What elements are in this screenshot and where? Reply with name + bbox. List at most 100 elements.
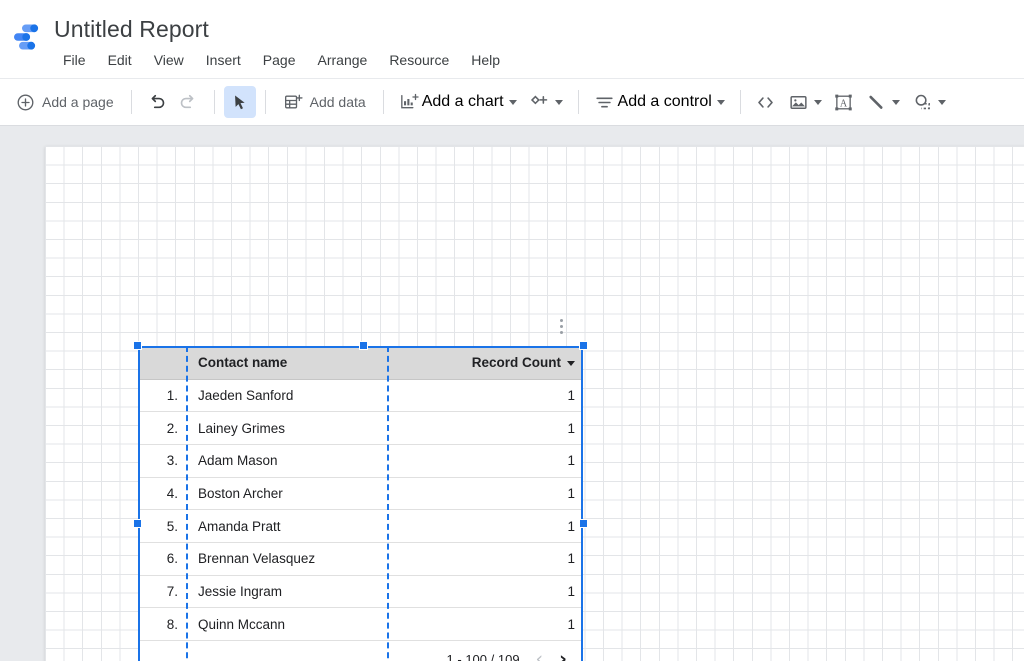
cursor-arrow-icon xyxy=(235,95,245,109)
chevron-down-icon xyxy=(891,99,900,105)
table-row[interactable]: 4. Boston Archer 1 xyxy=(138,477,583,511)
chevron-down-icon xyxy=(716,99,725,105)
resize-handle-middle-left[interactable] xyxy=(133,519,142,528)
row-index: 2. xyxy=(138,411,188,445)
menu-item-insert[interactable]: Insert xyxy=(195,46,252,74)
add-data-button[interactable]: Add data xyxy=(275,86,374,118)
pagination-controls: 1 - 100 / 109 ‹ › xyxy=(198,641,573,661)
insert-image-button[interactable] xyxy=(782,86,828,118)
menu-item-view[interactable]: View xyxy=(143,46,195,74)
redo-button[interactable] xyxy=(173,86,205,118)
more-vert-icon-dot-2 xyxy=(559,324,563,328)
table-pagination-row: 1 - 100 / 109 ‹ › xyxy=(138,641,583,661)
table-body: 1. Jaeden Sanford 1 2. Lainey Grimes 1 3… xyxy=(138,379,583,661)
cell-record-count: 1 xyxy=(385,444,583,478)
resize-handle-top-center[interactable] xyxy=(359,341,368,350)
column-header-contact-name[interactable]: Contact name xyxy=(188,346,386,380)
table-row[interactable]: 7. Jessie Ingram 1 xyxy=(138,575,583,609)
chevron-down-icon xyxy=(813,99,822,105)
insert-shape-button[interactable] xyxy=(906,86,952,118)
chevron-down-icon xyxy=(554,99,563,105)
cell-contact-name: Brennan Velasquez xyxy=(188,542,386,576)
table-chart[interactable]: Contact name Record Count 1. Jaeden Sanf… xyxy=(138,346,583,661)
page-title[interactable]: Untitled Report xyxy=(52,14,511,44)
diamond-plus-icon xyxy=(530,95,547,104)
toolbar-divider-2 xyxy=(213,90,215,114)
community-viz-button[interactable] xyxy=(523,86,569,118)
table-header-row: Contact name Record Count xyxy=(138,346,583,380)
add-chart-label: Add a chart xyxy=(421,93,504,110)
filter-control-icon xyxy=(595,97,613,107)
table-head: Contact name Record Count xyxy=(138,346,583,380)
title-block: Untitled Report File Edit View Insert Pa… xyxy=(52,12,511,74)
table-widget[interactable]: Contact name Record Count 1. Jaeden Sanf… xyxy=(133,318,588,661)
menu-item-edit[interactable]: Edit xyxy=(97,46,143,74)
text-box-icon: A xyxy=(835,94,853,110)
cell-record-count: 1 xyxy=(385,477,583,511)
add-page-button[interactable]: Add a page xyxy=(8,86,122,118)
toolbar-divider-1 xyxy=(130,90,132,114)
pagination-spacer xyxy=(138,641,188,661)
column-header-record-count[interactable]: Record Count xyxy=(385,346,583,380)
line-icon xyxy=(869,95,883,109)
redo-icon xyxy=(180,94,194,108)
table-row[interactable]: 1. Jaeden Sanford 1 xyxy=(138,379,583,413)
more-vert-icon-dot-1 xyxy=(559,318,563,322)
toolbar: Add a page Add data Add a chart Add a co… xyxy=(0,78,1024,126)
table-row[interactable]: 6. Brennan Velasquez 1 xyxy=(138,542,583,576)
report-canvas[interactable]: Contact name Record Count 1. Jaeden Sanf… xyxy=(45,146,1024,661)
row-index: 6. xyxy=(138,542,188,576)
cell-contact-name: Jaeden Sanford xyxy=(188,379,386,413)
resize-handle-top-left[interactable] xyxy=(133,341,142,350)
sort-desc-icon xyxy=(567,360,575,366)
resize-handle-top-right[interactable] xyxy=(579,341,588,350)
menu-item-file[interactable]: File xyxy=(52,46,97,74)
app-header: Untitled Report File Edit View Insert Pa… xyxy=(0,0,1024,78)
menu-item-arrange[interactable]: Arrange xyxy=(307,46,379,74)
pagination-cell: 1 - 100 / 109 ‹ › xyxy=(188,641,583,661)
toolbar-divider-4 xyxy=(382,90,384,114)
undo-button[interactable] xyxy=(141,86,173,118)
row-index: 8. xyxy=(138,607,188,641)
cell-record-count: 1 xyxy=(385,607,583,641)
resize-handle-middle-right[interactable] xyxy=(579,519,588,528)
menu-item-page[interactable]: Page xyxy=(252,46,307,74)
svg-text:A: A xyxy=(840,98,848,109)
cell-contact-name: Adam Mason xyxy=(188,444,386,478)
row-index: 1. xyxy=(138,379,188,413)
add-chart-button[interactable]: Add a chart xyxy=(393,86,523,118)
insert-line-button[interactable] xyxy=(860,86,906,118)
cell-contact-name: Boston Archer xyxy=(188,477,386,511)
table-row[interactable]: 8. Quinn Mccann 1 xyxy=(138,607,583,641)
select-tool-button[interactable] xyxy=(223,86,256,118)
chevron-right-icon[interactable]: › xyxy=(559,650,567,661)
column-header-record-count-label: Record Count xyxy=(471,354,561,370)
table-row[interactable]: 2. Lainey Grimes 1 xyxy=(138,411,583,445)
looker-studio-logo-icon[interactable] xyxy=(9,20,43,54)
text-box-button[interactable]: A xyxy=(828,86,860,118)
menu-item-help[interactable]: Help xyxy=(460,46,511,74)
table-row[interactable]: 5. Amanda Pratt 1 xyxy=(138,509,583,543)
image-icon xyxy=(790,95,807,109)
add-control-button[interactable]: Add a control xyxy=(588,86,731,118)
logo-wrap xyxy=(0,12,52,54)
menu-item-resource[interactable]: Resource xyxy=(378,46,460,74)
add-control-label: Add a control xyxy=(617,93,712,110)
undo-icon xyxy=(151,94,165,108)
row-index: 7. xyxy=(138,575,188,609)
table-row[interactable]: 3. Adam Mason 1 xyxy=(138,444,583,478)
chevron-down-icon xyxy=(508,99,517,105)
cell-record-count: 1 xyxy=(385,379,583,413)
widget-options-button[interactable] xyxy=(552,314,570,338)
data-table: Contact name Record Count 1. Jaeden Sanf… xyxy=(138,346,583,661)
row-index: 3. xyxy=(138,444,188,478)
bar-chart-plus-icon xyxy=(400,93,419,109)
chevron-left-icon[interactable]: ‹ xyxy=(536,650,544,661)
row-index: 4. xyxy=(138,477,188,511)
toolbar-divider-6 xyxy=(739,90,741,114)
cell-contact-name: Quinn Mccann xyxy=(188,607,386,641)
add-page-label: Add a page xyxy=(42,94,114,110)
pagination-range-label: 1 - 100 / 109 xyxy=(446,652,520,661)
embed-code-button[interactable] xyxy=(750,86,782,118)
workspace[interactable]: Contact name Record Count 1. Jaeden Sanf… xyxy=(0,126,1024,661)
